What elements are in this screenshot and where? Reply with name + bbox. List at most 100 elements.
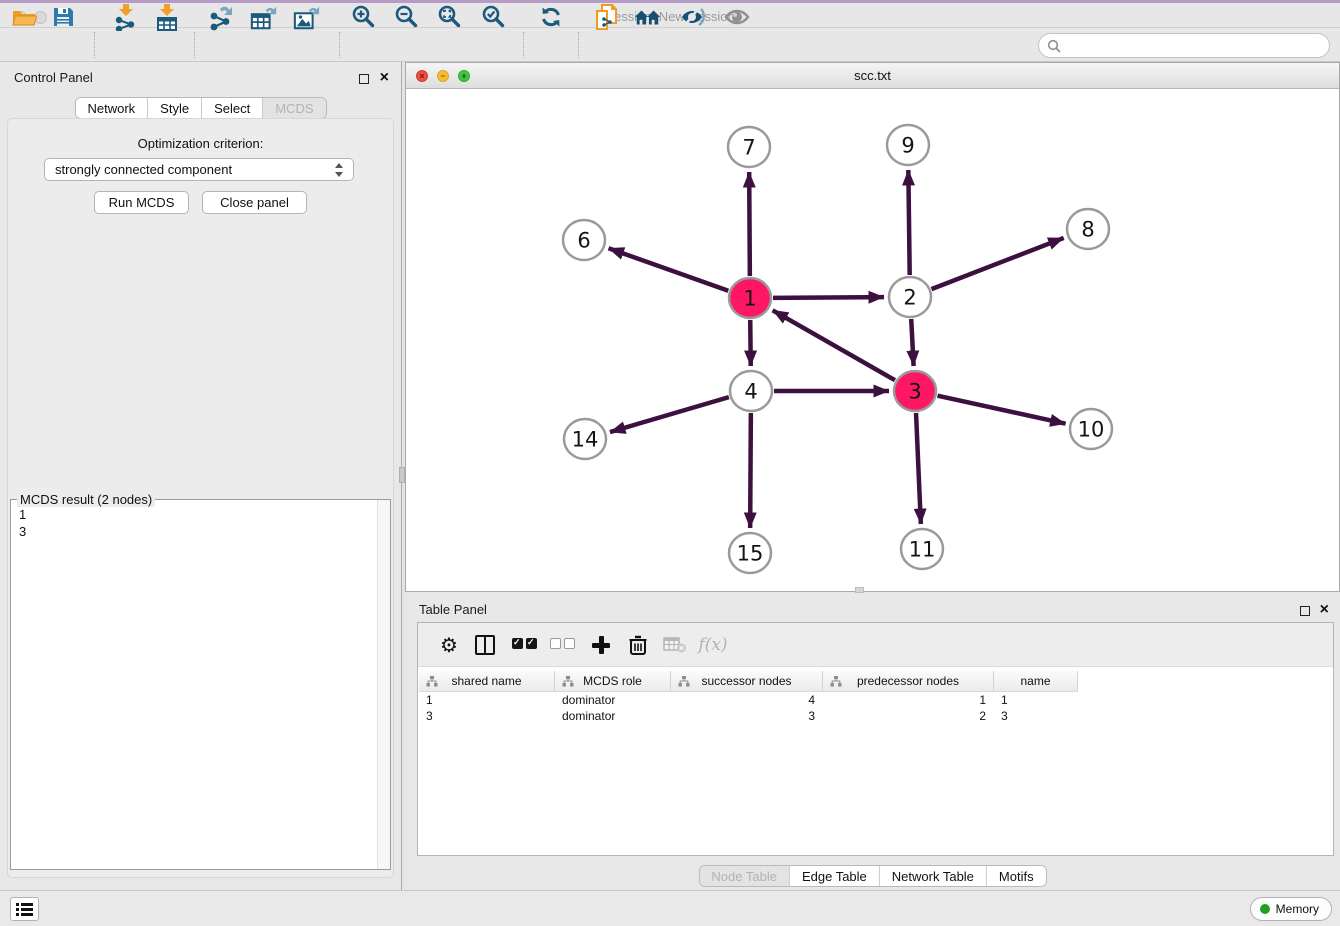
- node-3[interactable]: 3: [894, 371, 936, 411]
- search-input[interactable]: [1065, 38, 1329, 53]
- home-button[interactable]: [634, 3, 662, 31]
- tab-network-table[interactable]: Network Table: [880, 866, 987, 886]
- tab-network[interactable]: Network: [75, 98, 148, 118]
- network-window-titlebar[interactable]: × − + scc.txt: [406, 63, 1339, 89]
- tab-edge-table[interactable]: Edge Table: [790, 866, 880, 886]
- delete-column-button[interactable]: [624, 631, 652, 659]
- tab-motifs[interactable]: Motifs: [987, 866, 1046, 886]
- edge-2-9[interactable]: [908, 170, 909, 275]
- column-header[interactable]: predecessor nodes: [823, 671, 994, 691]
- column-header[interactable]: MCDS role: [555, 671, 671, 691]
- view-toggle-button[interactable]: [723, 3, 751, 31]
- table-cell[interactable]: 3: [671, 708, 823, 724]
- import-table-button[interactable]: [153, 3, 181, 31]
- table-cell[interactable]: 1: [994, 692, 1078, 708]
- duplicate-network-button[interactable]: [592, 3, 620, 31]
- table-cell[interactable]: 1: [419, 692, 555, 708]
- export-network-button[interactable]: [208, 3, 236, 31]
- edge-1-6[interactable]: [609, 248, 729, 290]
- duplicate-network-icon: [593, 3, 620, 31]
- table-float-button[interactable]: [1300, 603, 1310, 621]
- tab-style[interactable]: Style: [148, 98, 202, 118]
- close-panel-action-button[interactable]: Close panel: [202, 191, 307, 214]
- table-cell[interactable]: 4: [671, 692, 823, 708]
- table-cell[interactable]: dominator: [555, 708, 671, 724]
- edge-2-3[interactable]: [911, 319, 913, 366]
- float-icon: [1300, 606, 1310, 616]
- node-label: 1: [743, 287, 756, 311]
- column-header-label: predecessor nodes: [857, 674, 959, 688]
- node-4[interactable]: 4: [730, 371, 772, 411]
- edge-1-7[interactable]: [749, 172, 750, 276]
- delete-table-button[interactable]: [661, 631, 689, 659]
- task-history-button[interactable]: [10, 897, 39, 921]
- refresh-button[interactable]: [537, 3, 565, 31]
- open-session-button[interactable]: [10, 3, 38, 31]
- control-panel-header: Control Panel ×: [0, 62, 401, 92]
- table-cell[interactable]: dominator: [555, 692, 671, 708]
- zoom-selected-button[interactable]: [480, 3, 508, 31]
- optimization-criterion-select[interactable]: strongly connected component: [44, 158, 354, 181]
- column-header[interactable]: name: [994, 671, 1078, 691]
- memory-button[interactable]: Memory: [1250, 897, 1332, 921]
- node-label: 9: [901, 134, 914, 158]
- network-canvas[interactable]: 7 9 6 8 1 2 4 3 14 10 15 11: [406, 89, 1339, 587]
- table-options-button[interactable]: ⚙: [435, 631, 463, 659]
- node-8[interactable]: 8: [1067, 209, 1109, 249]
- create-column-button[interactable]: [587, 631, 615, 659]
- column-header[interactable]: successor nodes: [671, 671, 823, 691]
- float-panel-button[interactable]: [359, 71, 369, 89]
- tab-select[interactable]: Select: [202, 98, 263, 118]
- network-graph[interactable]: 7 9 6 8 1 2 4 3 14 10 15 11: [406, 89, 1339, 587]
- table-row[interactable]: 1dominator411: [419, 692, 1078, 708]
- node-1[interactable]: 1: [729, 278, 771, 318]
- export-table-button[interactable]: [250, 3, 278, 31]
- export-image-button[interactable]: [293, 3, 321, 31]
- column-header-label: name: [1020, 674, 1050, 688]
- zoom-in-button[interactable]: [350, 3, 378, 31]
- select-stepper-icon: [334, 162, 345, 178]
- zoom-fit-button[interactable]: [436, 3, 464, 31]
- show-graphics-details-button[interactable]: [679, 3, 707, 31]
- table-close-button[interactable]: ×: [1320, 601, 1329, 619]
- show-columns-button[interactable]: [471, 631, 499, 659]
- edge-4-14[interactable]: [610, 397, 729, 432]
- edge-3-10[interactable]: [937, 396, 1065, 424]
- open-folder-icon: [11, 5, 37, 29]
- node-15[interactable]: 15: [729, 533, 771, 573]
- table-cell[interactable]: 3: [994, 708, 1078, 724]
- table-cell[interactable]: 3: [419, 708, 555, 724]
- search-field[interactable]: [1038, 33, 1330, 58]
- close-panel-button[interactable]: ×: [380, 69, 389, 87]
- edge-1-2[interactable]: [773, 297, 884, 298]
- import-network-button[interactable]: [112, 3, 140, 31]
- node-10[interactable]: 10: [1070, 409, 1112, 449]
- tab-mcds[interactable]: MCDS: [263, 98, 325, 118]
- column-header[interactable]: shared name: [419, 671, 555, 691]
- horizontal-splitter-handle[interactable]: [855, 587, 864, 593]
- node-9[interactable]: 9: [887, 125, 929, 165]
- deselect-all-button[interactable]: [548, 631, 576, 659]
- mcds-result-text[interactable]: 1 3: [11, 504, 34, 542]
- table-row[interactable]: 3dominator323: [419, 708, 1078, 724]
- table-cell[interactable]: 1: [823, 692, 994, 708]
- select-all-button[interactable]: [510, 631, 538, 659]
- export-network-icon: [208, 3, 236, 31]
- table-cell[interactable]: 2: [823, 708, 994, 724]
- tab-node-table[interactable]: Node Table: [699, 866, 790, 886]
- save-session-button[interactable]: [49, 3, 77, 31]
- node-11[interactable]: 11: [901, 529, 943, 569]
- node-7[interactable]: 7: [728, 127, 770, 167]
- function-builder-button[interactable]: f(x): [699, 631, 727, 659]
- edge-2-8[interactable]: [931, 238, 1063, 289]
- edge-3-1[interactable]: [773, 310, 895, 380]
- result-scrollbar[interactable]: [377, 500, 390, 869]
- node-2[interactable]: 2: [889, 277, 931, 317]
- zoom-out-button[interactable]: [393, 3, 421, 31]
- node-14[interactable]: 14: [564, 419, 606, 459]
- run-mcds-button[interactable]: Run MCDS: [94, 191, 189, 214]
- edge-3-11[interactable]: [916, 413, 921, 524]
- edge-4-15[interactable]: [750, 413, 751, 528]
- column-sort-icon: [830, 676, 842, 687]
- node-6[interactable]: 6: [563, 220, 605, 260]
